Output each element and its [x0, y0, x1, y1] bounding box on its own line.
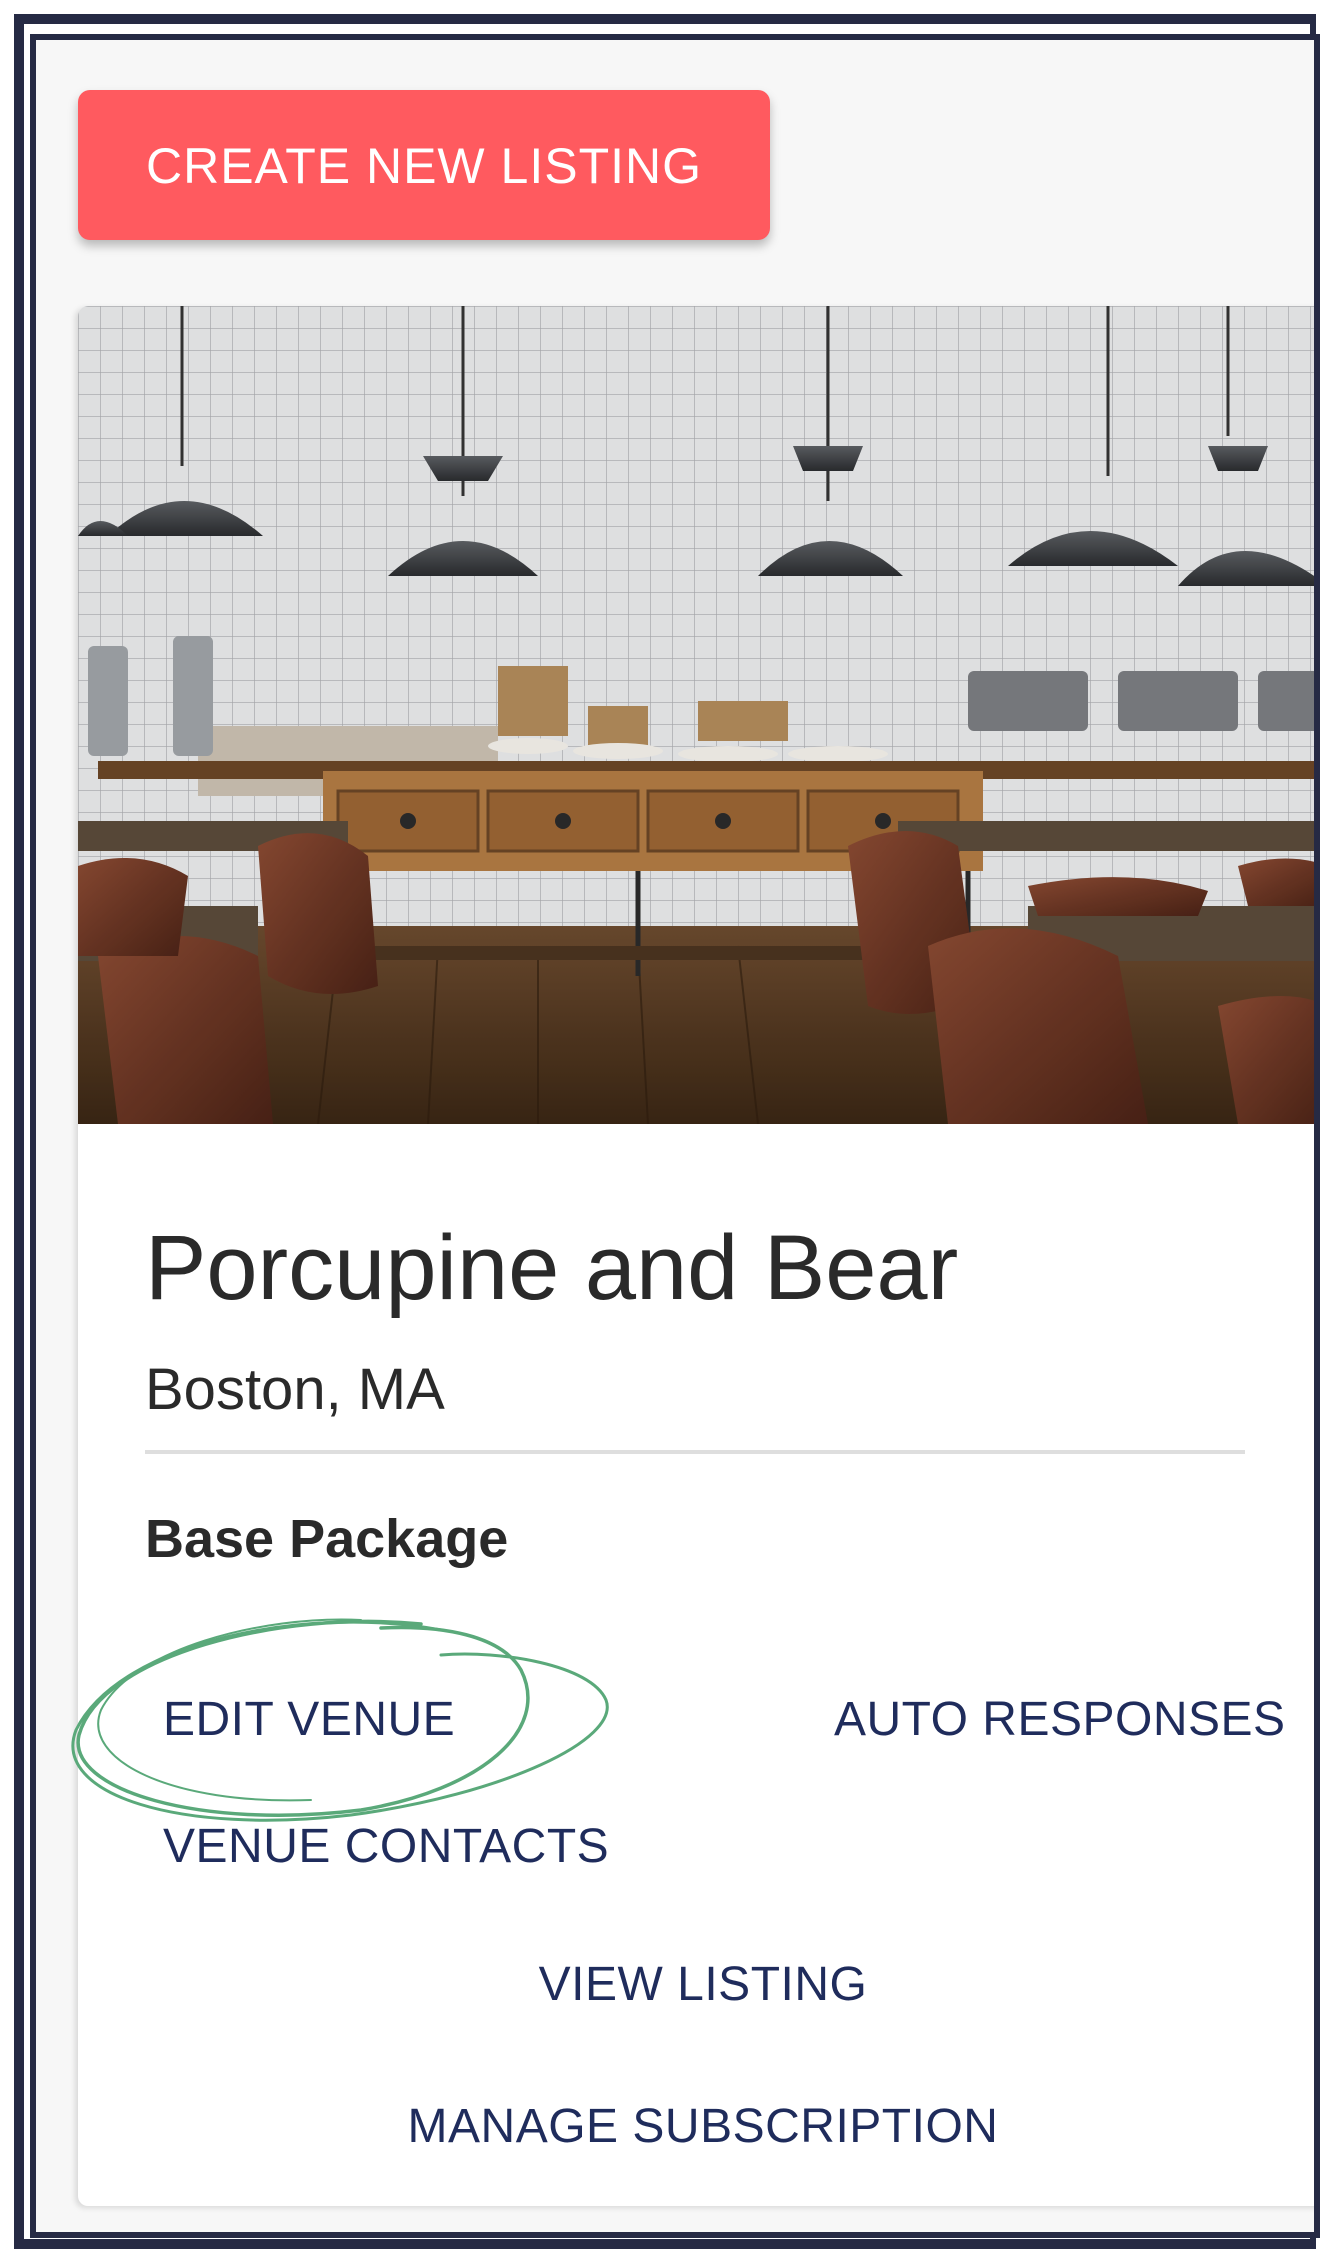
- package-label: Base Package: [145, 1509, 509, 1569]
- venue-photo: [78, 306, 1314, 1124]
- edit-venue-link[interactable]: EDIT VENUE: [163, 1692, 455, 1747]
- venue-contacts-link[interactable]: VENUE CONTACTS: [163, 1819, 609, 1874]
- listing-card: Porcupine and Bear Boston, MA Base Packa…: [78, 306, 1314, 2206]
- venue-name: Porcupine and Bear: [145, 1217, 959, 1319]
- divider: [145, 1450, 1245, 1454]
- venue-location: Boston, MA: [145, 1357, 445, 1422]
- view-listing-link[interactable]: VIEW LISTING: [78, 1957, 1314, 2012]
- auto-responses-link[interactable]: AUTO RESPONSES: [834, 1692, 1286, 1747]
- create-new-listing-button[interactable]: CREATE NEW LISTING: [78, 90, 770, 240]
- manage-subscription-link[interactable]: MANAGE SUBSCRIPTION: [78, 2099, 1314, 2154]
- page-viewport: CREATE NEW LISTING Porcupine and Bear Bo…: [30, 34, 1320, 2238]
